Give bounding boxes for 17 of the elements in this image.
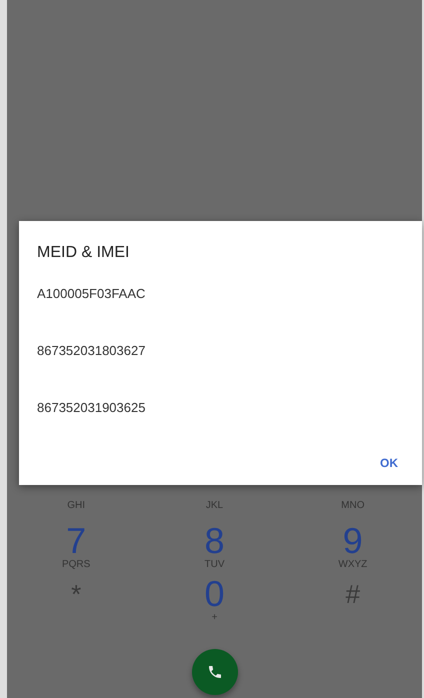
dial-key[interactable]: # xyxy=(346,576,360,612)
identifier-text: 867352031903625 xyxy=(37,399,146,417)
dial-key[interactable]: 8 xyxy=(204,523,224,559)
phone-icon xyxy=(206,664,222,680)
identifier-text: A100005F03FAAC xyxy=(37,285,146,303)
identifier-text: 867352031803627 xyxy=(37,342,146,360)
key-letters: JKL xyxy=(206,500,224,512)
call-button[interactable] xyxy=(192,649,238,695)
key-letters: PQRS xyxy=(62,559,90,571)
key-letters: + xyxy=(212,612,218,624)
dial-key[interactable]: 0 xyxy=(204,576,224,612)
dialog-title: MEID & IMEI xyxy=(37,243,130,263)
dial-key[interactable]: * xyxy=(71,576,82,612)
key-letters: MNO xyxy=(341,500,364,512)
dial-key[interactable]: 9 xyxy=(342,523,363,559)
dial-key[interactable]: 7 xyxy=(66,523,86,559)
ok-button[interactable]: OK xyxy=(374,452,404,474)
